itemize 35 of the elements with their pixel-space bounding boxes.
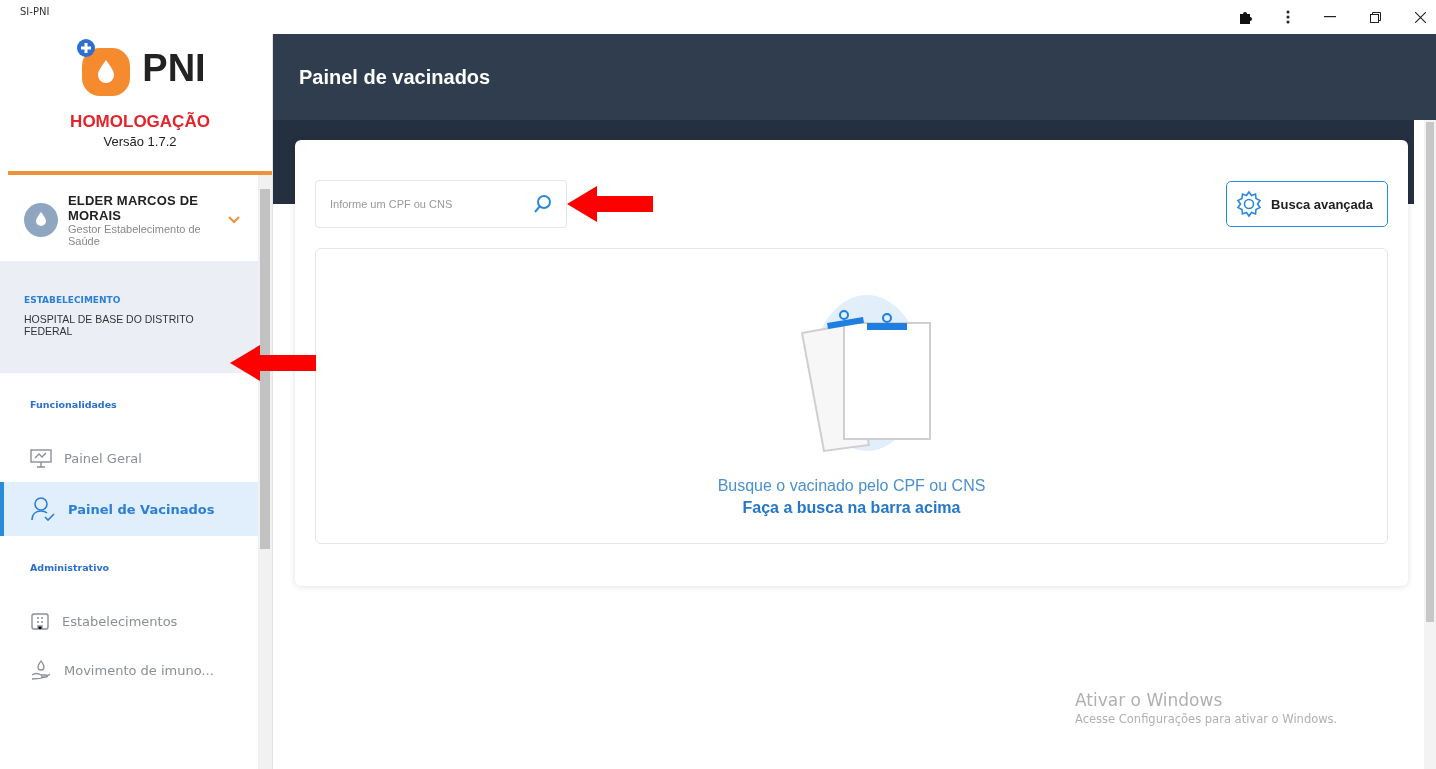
search-icon[interactable] xyxy=(533,194,553,214)
user-avatar-icon xyxy=(24,203,58,237)
extension-icon[interactable] xyxy=(1238,10,1252,24)
nav-item[interactable]: Painel de Vacinados xyxy=(0,482,258,536)
more-options-icon[interactable] xyxy=(1286,10,1290,24)
establishment-name[interactable]: HOSPITAL DE BASE DO DISTRITO FEDERAL xyxy=(24,313,228,337)
activation-text: Acesse Configurações para ativar o Windows. xyxy=(1075,712,1338,726)
establishment-label: ESTABELECIMENTO xyxy=(24,295,122,305)
search-field[interactable]: Informe um CPF ou CNS xyxy=(315,180,567,228)
user-check-icon xyxy=(30,496,56,522)
user-name: ELDER MARCOS DE MORAIS xyxy=(68,193,200,223)
nav-item[interactable]: Painel Geral xyxy=(0,434,258,482)
close-icon[interactable] xyxy=(1415,11,1426,23)
gear-icon xyxy=(1235,190,1264,218)
nav-item[interactable]: Movimento de imuno... xyxy=(0,645,258,695)
restore-icon[interactable] xyxy=(1370,11,1381,23)
nav-item[interactable]: Estabelecimentos xyxy=(0,597,258,645)
empty-state-hint: Faça a busca na barra acima xyxy=(742,499,961,517)
environment-label: HOMOLOGAÇÃO xyxy=(70,112,210,132)
monitor-icon xyxy=(30,448,52,468)
empty-state-message: Busque o vacinado pelo CPF ou CNS xyxy=(717,477,986,495)
user-role: Gestor Estabelecimento de Saúde xyxy=(68,223,202,247)
logo-text: PNI xyxy=(142,46,206,90)
window-title: SI-PNI xyxy=(20,5,50,17)
advanced-search-button[interactable]: Busca avançada xyxy=(1226,181,1388,227)
building-icon xyxy=(30,611,50,631)
nav-section-title: Administrativo xyxy=(29,561,111,575)
nav-section-title: Funcionalidades xyxy=(29,398,118,412)
page-scrollbar[interactable] xyxy=(1424,120,1436,769)
activation-title: Ativar o Windows xyxy=(1075,690,1224,710)
page-title: Painel de vacinados xyxy=(299,65,491,89)
sidebar-scrollbar[interactable] xyxy=(258,175,272,769)
version-label: Versão 1.7.2 xyxy=(103,134,177,149)
hand-drop-icon xyxy=(30,659,52,681)
minimize-icon[interactable] xyxy=(1324,16,1336,18)
